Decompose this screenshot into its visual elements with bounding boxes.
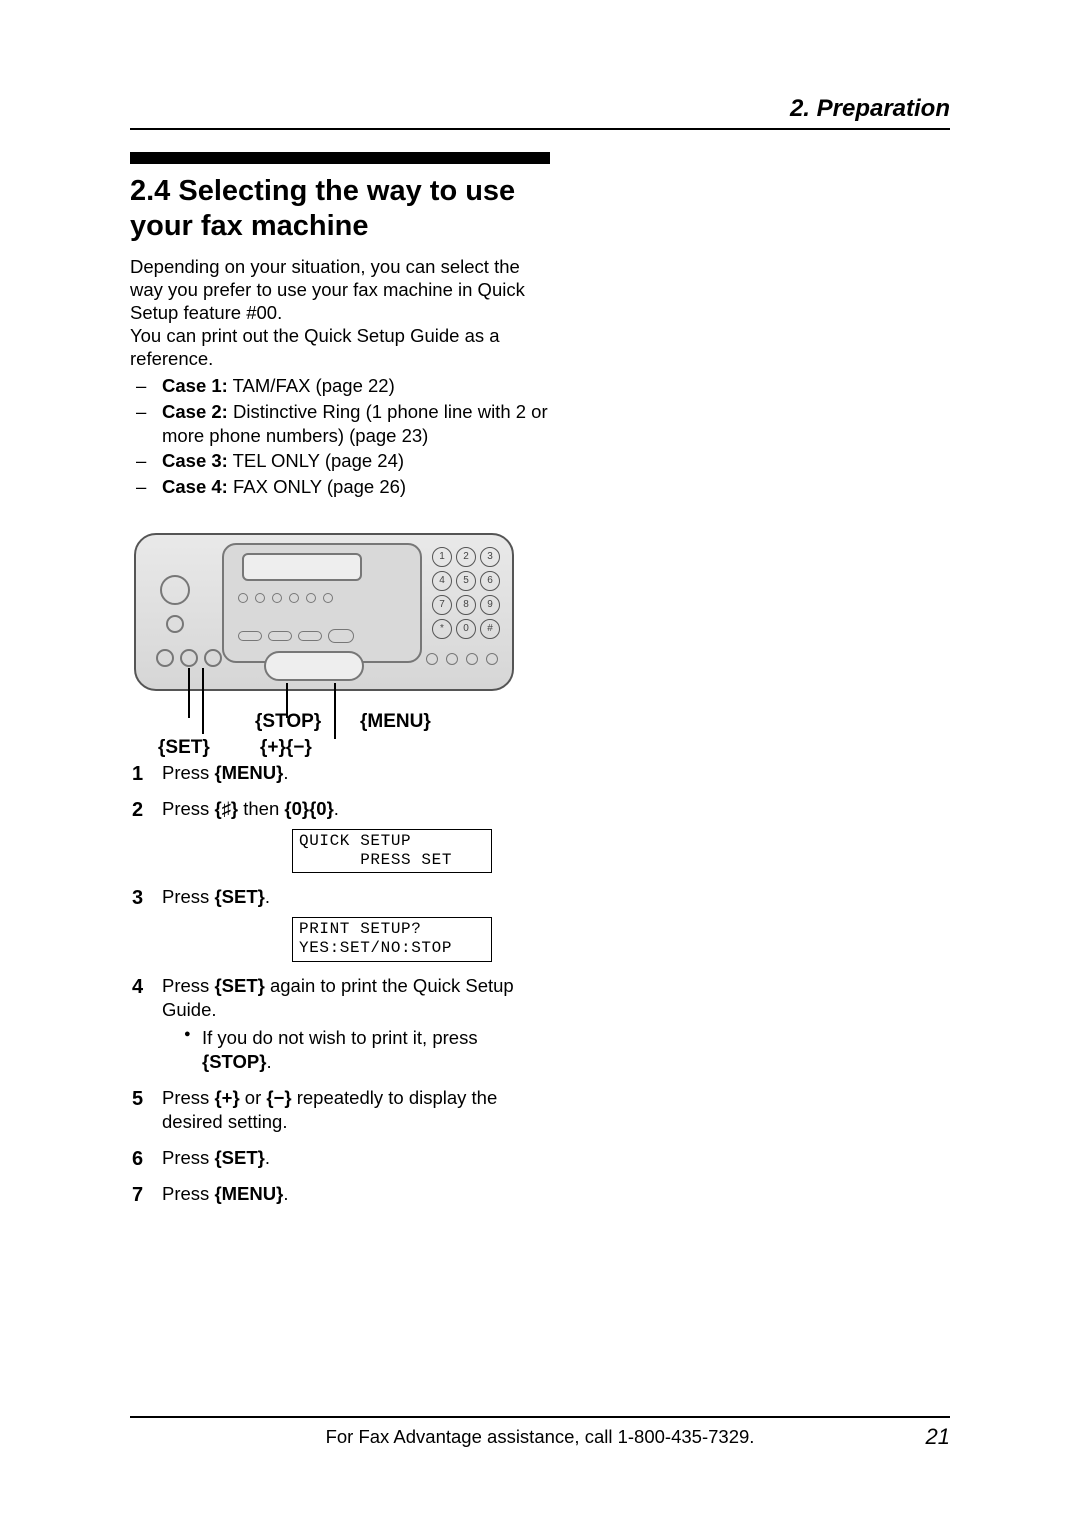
device-illustration: 1 2 3 4 5 6 7 8 9 * 0 # [130, 533, 518, 743]
section-title: 2.4 Selecting the way to use your fax ma… [130, 174, 550, 245]
device-keypad: 1 2 3 4 5 6 7 8 9 * 0 # [432, 547, 500, 639]
device-big-oval [264, 651, 364, 681]
page-number: 21 [926, 1424, 950, 1450]
device-lcd [242, 553, 362, 581]
case-item-1: –Case 1: TAM/FAX (page 22) [130, 374, 550, 398]
device-speaker [160, 575, 190, 605]
case-item-4: –Case 4: FAX ONLY (page 26) [130, 475, 550, 499]
page: 2. Preparation 2.4 Selecting the way to … [0, 0, 1080, 1528]
case-item-3: –Case 3: TEL ONLY (page 24) [130, 449, 550, 473]
steps-list: 1 Press {MENU}. 2 Press {♯} then {0}{0}.… [130, 761, 550, 1206]
intro-paragraph-1: Depending on your situation, you can sel… [130, 255, 550, 324]
keypad-hash: # [480, 619, 500, 639]
step-6: 6 Press {SET}. [130, 1146, 550, 1170]
step-5: 5 Press {+} or {−} repeatedly to display… [130, 1086, 550, 1134]
section-bar [130, 152, 550, 164]
callout-stop: {STOP} [255, 711, 321, 733]
case-list: –Case 1: TAM/FAX (page 22) –Case 2: Dist… [130, 374, 550, 498]
callout-plus-minus: {+}{−} [260, 737, 312, 759]
header-rule [130, 128, 950, 130]
keypad-6: 6 [480, 571, 500, 591]
step-4: 4 Press {SET} again to print the Quick S… [130, 974, 550, 1074]
device-small-speaker [166, 615, 184, 633]
step-3: 3 Press {SET}. PRINT SETUP? YES:SET/NO:S… [130, 885, 550, 961]
device-bottom-left-circles [156, 649, 222, 667]
intro-paragraph-2: You can print out the Quick Setup Guide … [130, 324, 550, 370]
keypad-4: 4 [432, 571, 452, 591]
callout-line-set [188, 668, 190, 718]
device-panel [222, 543, 422, 663]
callout-menu: {MENU} [360, 711, 431, 733]
device-small-buttons [238, 593, 333, 603]
footer-rule [130, 1416, 950, 1418]
keypad-8: 8 [456, 595, 476, 615]
step-1: 1 Press {MENU}. [130, 761, 550, 785]
keypad-1: 1 [432, 547, 452, 567]
lcd-display-1: QUICK SETUP PRESS SET [292, 829, 492, 873]
keypad-5: 5 [456, 571, 476, 591]
step-4-sub: If you do not wish to print it, press {S… [162, 1026, 550, 1074]
intro-text: Depending on your situation, you can sel… [130, 255, 550, 371]
keypad-3: 3 [480, 547, 500, 567]
chapter-header: 2. Preparation [790, 95, 950, 123]
device-four-dots [426, 653, 498, 665]
keypad-star: * [432, 619, 452, 639]
callout-set: {SET} [158, 737, 210, 759]
callout-line-plusminus [202, 668, 204, 734]
step-4-sub-item: If you do not wish to print it, press {S… [184, 1026, 550, 1074]
case-item-2: –Case 2: Distinctive Ring (1 phone line … [130, 400, 550, 447]
step-2: 2 Press {♯} then {0}{0}. QUICK SETUP PRE… [130, 797, 550, 873]
step-7: 7 Press {MENU}. [130, 1182, 550, 1206]
device-pill-row [238, 629, 354, 643]
content-column: 2.4 Selecting the way to use your fax ma… [130, 152, 550, 1218]
callout-line-menu [334, 683, 336, 739]
lcd-display-2: PRINT SETUP? YES:SET/NO:STOP [292, 917, 492, 961]
keypad-9: 9 [480, 595, 500, 615]
keypad-7: 7 [432, 595, 452, 615]
keypad-0: 0 [456, 619, 476, 639]
keypad-2: 2 [456, 547, 476, 567]
footer-text: For Fax Advantage assistance, call 1-800… [0, 1426, 1080, 1448]
